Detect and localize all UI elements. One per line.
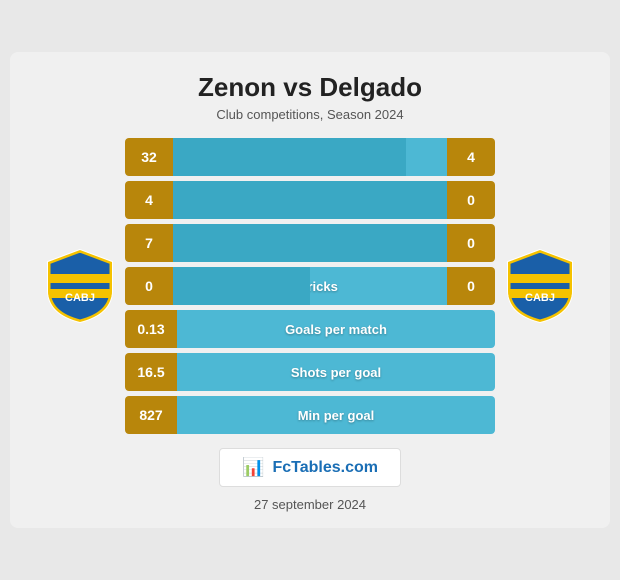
fctables-banner[interactable]: 📊 FcTables.com bbox=[219, 448, 401, 487]
fctables-icon: 📊 bbox=[242, 457, 264, 478]
stat-single-bar: Min per goal bbox=[177, 396, 495, 434]
stat-bar: Assists bbox=[173, 224, 447, 262]
stat-single-value: 0.13 bbox=[125, 310, 177, 348]
stat-right-value: 0 bbox=[447, 224, 495, 262]
stat-single-bar: Shots per goal bbox=[177, 353, 495, 391]
date-label: 27 september 2024 bbox=[254, 497, 366, 512]
stat-row-two: 7 Assists 0 bbox=[125, 224, 495, 262]
stat-right-value: 0 bbox=[447, 181, 495, 219]
stat-right-value: 0 bbox=[447, 267, 495, 305]
stat-left-value: 0 bbox=[125, 267, 173, 305]
stat-left-value: 4 bbox=[125, 181, 173, 219]
stat-left-value: 7 bbox=[125, 224, 173, 262]
stat-left-value: 32 bbox=[125, 138, 173, 176]
stat-row-two: 0 Hattricks 0 bbox=[125, 267, 495, 305]
stat-bar: Goals bbox=[173, 181, 447, 219]
stat-bar: Hattricks bbox=[173, 267, 447, 305]
svg-text:CABJ: CABJ bbox=[525, 292, 555, 304]
stat-single-value: 827 bbox=[125, 396, 177, 434]
svg-text:CABJ: CABJ bbox=[65, 292, 95, 304]
stat-row-one: 827 Min per goal bbox=[125, 396, 495, 434]
stat-label: Min per goal bbox=[298, 408, 375, 423]
stat-row-two: 32 Matches 4 bbox=[125, 138, 495, 176]
stat-single-value: 16.5 bbox=[125, 353, 177, 391]
right-team-logo: CABJ bbox=[495, 246, 585, 326]
stats-section: 32 Matches 4 4 Goals 0 7 Assists 0 0 bbox=[125, 138, 495, 434]
fctables-label: FcTables.com bbox=[272, 459, 378, 477]
stat-single-bar: Goals per match bbox=[177, 310, 495, 348]
match-title: Zenon vs Delgado bbox=[198, 72, 422, 103]
stat-row-one: 16.5 Shots per goal bbox=[125, 353, 495, 391]
stat-row-two: 4 Goals 0 bbox=[125, 181, 495, 219]
comparison-card: Zenon vs Delgado Club competitions, Seas… bbox=[10, 52, 610, 528]
match-subtitle: Club competitions, Season 2024 bbox=[216, 107, 403, 122]
stat-label: Goals per match bbox=[285, 322, 387, 337]
stat-label: Shots per goal bbox=[291, 365, 381, 380]
main-content-row: CABJ 32 Matches 4 4 Goals 0 7 Assists bbox=[20, 138, 600, 434]
stat-row-one: 0.13 Goals per match bbox=[125, 310, 495, 348]
left-team-logo: CABJ bbox=[35, 246, 125, 326]
stat-bar: Matches bbox=[173, 138, 447, 176]
stat-right-value: 4 bbox=[447, 138, 495, 176]
